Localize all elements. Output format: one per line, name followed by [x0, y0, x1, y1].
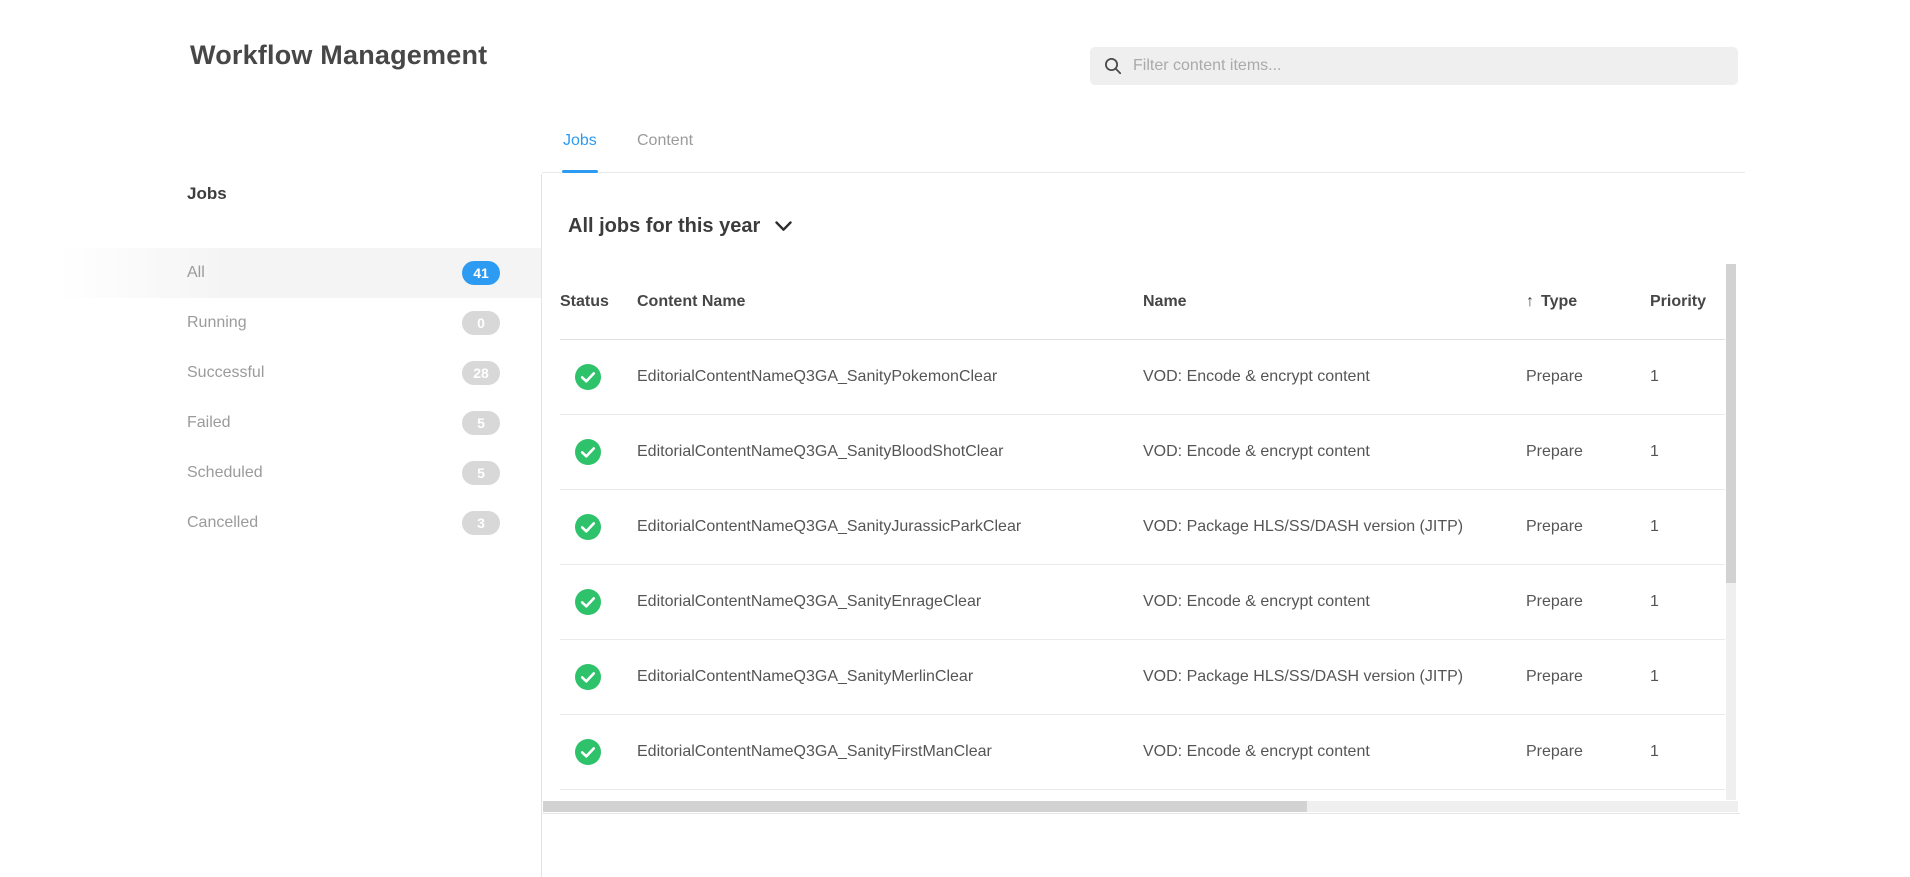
tabs-bottom-border — [542, 172, 1745, 173]
sidebar-item-label: Running — [187, 314, 247, 332]
column-header-status[interactable]: Status — [560, 293, 637, 311]
column-header-type-label: Type — [1541, 293, 1577, 311]
sidebar-item-label: Failed — [187, 414, 231, 432]
content-name-cell: EditorialContentNameQ3GA_SanityJurassicP… — [637, 518, 1143, 536]
success-check-icon — [575, 364, 601, 390]
table-row[interactable]: EditorialContentNameQ3GA_SanityPokemonCl… — [560, 340, 1725, 415]
job-name-cell: VOD: Encode & encrypt content — [1143, 443, 1526, 461]
content-name-cell: EditorialContentNameQ3GA_SanityMerlinCle… — [637, 668, 1143, 686]
column-header-type[interactable]: ↑ Type — [1526, 293, 1646, 311]
type-cell: Prepare — [1526, 518, 1646, 536]
column-header-priority[interactable]: Priority — [1646, 293, 1725, 311]
workflow-management-page: Workflow Management Jobs Content Jobs Al… — [0, 0, 1910, 877]
job-name-cell: VOD: Encode & encrypt content — [1143, 743, 1526, 761]
table-row[interactable]: EditorialContentNameQ3GA_SanityBloodShot… — [560, 415, 1725, 490]
content-name-cell: EditorialContentNameQ3GA_SanityFirstManC… — [637, 743, 1143, 761]
jobs-table-header-row: Status Content Name Name ↑ Type Priority — [560, 264, 1725, 340]
tab-content[interactable]: Content — [637, 132, 693, 150]
jobs-filter-label: All jobs for this year — [568, 215, 760, 238]
success-check-icon — [575, 439, 601, 465]
sidebar-divider — [541, 174, 542, 877]
job-name-cell: VOD: Encode & encrypt content — [1143, 593, 1526, 611]
horizontal-scrollbar-thumb[interactable] — [543, 801, 1307, 812]
table-row[interactable]: EditorialContentNameQ3GA_SanityMerlinCle… — [560, 640, 1725, 715]
sidebar-item-cancelled[interactable]: Cancelled 3 — [0, 498, 541, 548]
status-cell — [560, 739, 637, 765]
sidebar-item-count-badge: 41 — [462, 261, 500, 285]
sidebar-item-all[interactable]: All 41 — [0, 248, 541, 298]
priority-cell: 1 — [1646, 518, 1725, 536]
success-check-icon — [575, 514, 601, 540]
sidebar-item-count-badge: 5 — [462, 411, 500, 435]
search-input[interactable] — [1133, 57, 1724, 75]
status-cell — [560, 589, 637, 615]
sort-ascending-icon: ↑ — [1526, 293, 1534, 311]
page-title: Workflow Management — [190, 40, 487, 71]
type-cell: Prepare — [1526, 668, 1646, 686]
jobs-table: Status Content Name Name ↑ Type Priority… — [560, 264, 1725, 790]
tab-jobs[interactable]: Jobs — [563, 132, 597, 150]
sidebar-item-successful[interactable]: Successful 28 — [0, 348, 541, 398]
jobs-table-body: EditorialContentNameQ3GA_SanityPokemonCl… — [560, 340, 1725, 790]
priority-cell: 1 — [1646, 593, 1725, 611]
sidebar-item-label: Scheduled — [187, 464, 263, 482]
type-cell: Prepare — [1526, 593, 1646, 611]
sidebar-item-label: All — [187, 264, 205, 282]
type-cell: Prepare — [1526, 443, 1646, 461]
sidebar-item-count-badge: 0 — [462, 311, 500, 335]
chevron-down-icon — [775, 221, 792, 232]
success-check-icon — [575, 664, 601, 690]
status-cell — [560, 364, 637, 390]
success-check-icon — [575, 739, 601, 765]
sidebar-filter-list: All 41 Running 0 Successful 28 Failed 5 … — [0, 248, 541, 548]
sidebar-item-label: Successful — [187, 364, 264, 382]
content-name-cell: EditorialContentNameQ3GA_SanityBloodShot… — [637, 443, 1143, 461]
success-check-icon — [575, 589, 601, 615]
column-header-name[interactable]: Name — [1143, 293, 1526, 311]
search-icon — [1104, 57, 1122, 75]
priority-cell: 1 — [1646, 368, 1725, 386]
sidebar-item-running[interactable]: Running 0 — [0, 298, 541, 348]
status-cell — [560, 664, 637, 690]
sidebar-heading: Jobs — [187, 184, 227, 204]
status-cell — [560, 514, 637, 540]
priority-cell: 1 — [1646, 443, 1725, 461]
vertical-scrollbar-thumb[interactable] — [1726, 264, 1736, 583]
sidebar-item-label: Cancelled — [187, 514, 258, 532]
search-box[interactable] — [1090, 47, 1738, 85]
sidebar-item-failed[interactable]: Failed 5 — [0, 398, 541, 448]
jobs-filter-dropdown[interactable]: All jobs for this year — [568, 215, 792, 238]
type-cell: Prepare — [1526, 368, 1646, 386]
vertical-scrollbar[interactable] — [1726, 264, 1736, 800]
table-row[interactable]: EditorialContentNameQ3GA_SanityFirstManC… — [560, 715, 1725, 790]
job-name-cell: VOD: Encode & encrypt content — [1143, 368, 1526, 386]
sidebar-item-count-badge: 3 — [462, 511, 500, 535]
table-row[interactable]: EditorialContentNameQ3GA_SanityEnrageCle… — [560, 565, 1725, 640]
priority-cell: 1 — [1646, 668, 1725, 686]
horizontal-scrollbar[interactable] — [543, 801, 1738, 812]
job-name-cell: VOD: Package HLS/SS/DASH version (JITP) — [1143, 668, 1526, 686]
sidebar-item-count-badge: 28 — [462, 361, 500, 385]
table-row[interactable]: EditorialContentNameQ3GA_SanityJurassicP… — [560, 490, 1725, 565]
content-name-cell: EditorialContentNameQ3GA_SanityEnrageCle… — [637, 593, 1143, 611]
content-name-cell: EditorialContentNameQ3GA_SanityPokemonCl… — [637, 368, 1143, 386]
column-header-content-name[interactable]: Content Name — [637, 293, 1143, 311]
type-cell: Prepare — [1526, 743, 1646, 761]
sidebar-item-scheduled[interactable]: Scheduled 5 — [0, 448, 541, 498]
active-tab-underline — [562, 170, 598, 173]
sidebar-item-count-badge: 5 — [462, 461, 500, 485]
job-name-cell: VOD: Package HLS/SS/DASH version (JITP) — [1143, 518, 1526, 536]
status-cell — [560, 439, 637, 465]
priority-cell: 1 — [1646, 743, 1725, 761]
table-bottom-border — [542, 813, 1740, 814]
